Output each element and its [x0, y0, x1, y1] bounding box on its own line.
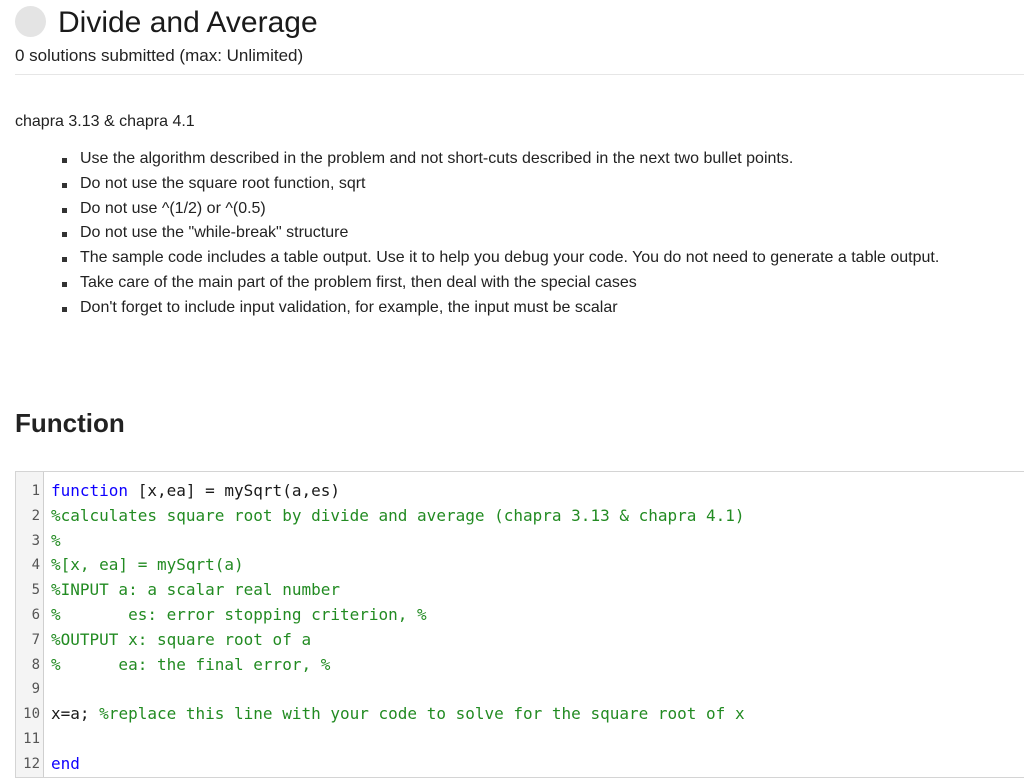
- rule-item: The sample code includes a table output.…: [60, 246, 939, 271]
- code-line[interactable]: % es: error stopping criterion, %: [16, 603, 1024, 628]
- code-line-text: % ea: the final error, %: [51, 653, 330, 678]
- code-line-text: x=a; %replace this line with your code t…: [51, 702, 745, 727]
- code-line[interactable]: %: [16, 529, 1024, 554]
- code-comment: %replace this line with your code to sol…: [99, 704, 745, 724]
- code-line[interactable]: function [x,ea] = mySqrt(a,es): [16, 479, 1024, 504]
- code-line[interactable]: %[x, ea] = mySqrt(a): [16, 553, 1024, 578]
- code-token: [x,ea] = mySqrt(a,es): [128, 481, 340, 500]
- code-line-text: %OUTPUT x: square root of a: [51, 628, 311, 653]
- code-comment: %: [51, 530, 61, 550]
- code-line[interactable]: %INPUT a: a scalar real number: [16, 578, 1024, 603]
- rule-item: Do not use ^(1/2) or ^(0.5): [60, 197, 939, 222]
- rule-item: Do not use the square root function, sqr…: [60, 172, 939, 197]
- code-comment: % es: error stopping criterion, %: [51, 605, 427, 624]
- page-title: Divide and Average: [58, 6, 318, 39]
- code-comment: %calculates square root by divide and av…: [51, 505, 745, 525]
- code-line-text: %[x, ea] = mySqrt(a): [51, 553, 244, 578]
- code-comment: %INPUT a: a scalar real number: [51, 580, 340, 600]
- code-line[interactable]: % ea: the final error, %: [16, 653, 1024, 678]
- code-comment: %[x, ea] = mySqrt(a): [51, 555, 244, 575]
- code-line-text: %: [51, 529, 61, 554]
- rule-item: Take care of the main part of the proble…: [60, 271, 939, 296]
- code-keyword: end: [51, 753, 80, 773]
- code-line[interactable]: %calculates square root by divide and av…: [16, 504, 1024, 529]
- rules-list: Use the algorithm described in the probl…: [60, 147, 939, 321]
- code-comment: % ea: the final error, %: [51, 654, 331, 674]
- code-line-text: end: [51, 752, 80, 777]
- code-line[interactable]: x=a; %replace this line with your code t…: [16, 702, 1024, 727]
- code-line[interactable]: [16, 677, 1024, 702]
- code-line[interactable]: end: [16, 752, 1024, 777]
- function-heading: Function: [15, 408, 125, 438]
- problem-reference: chapra 3.13 & chapra 4.1: [15, 113, 195, 130]
- code-comment: %OUTPUT x: square root of a: [51, 629, 312, 649]
- code-keyword: function: [51, 481, 129, 500]
- rule-item: Use the algorithm described in the probl…: [60, 147, 939, 172]
- submission-count: 0 solutions submitted (max: Unlimited): [15, 46, 304, 65]
- rule-item: Do not use the "while-break" structure: [60, 221, 939, 246]
- code-line[interactable]: %OUTPUT x: square root of a: [16, 628, 1024, 653]
- header-divider: [15, 74, 1024, 75]
- code-editor[interactable]: 1 function [x,ea] = mySqrt(a,es) 2 %calcula…: [15, 471, 1024, 778]
- code-line-text: %calculates square root by divide and av…: [51, 504, 745, 529]
- rule-item: Don't forget to include input validation…: [60, 296, 939, 321]
- status-indicator-icon: [15, 6, 46, 37]
- code-line[interactable]: [16, 727, 1024, 752]
- code-token: x=a;: [51, 704, 100, 724]
- code-line-text: %INPUT a: a scalar real number: [51, 578, 340, 603]
- code-line-text: function [x,ea] = mySqrt(a,es): [51, 479, 340, 504]
- code-line-text: % es: error stopping criterion, %: [51, 603, 427, 628]
